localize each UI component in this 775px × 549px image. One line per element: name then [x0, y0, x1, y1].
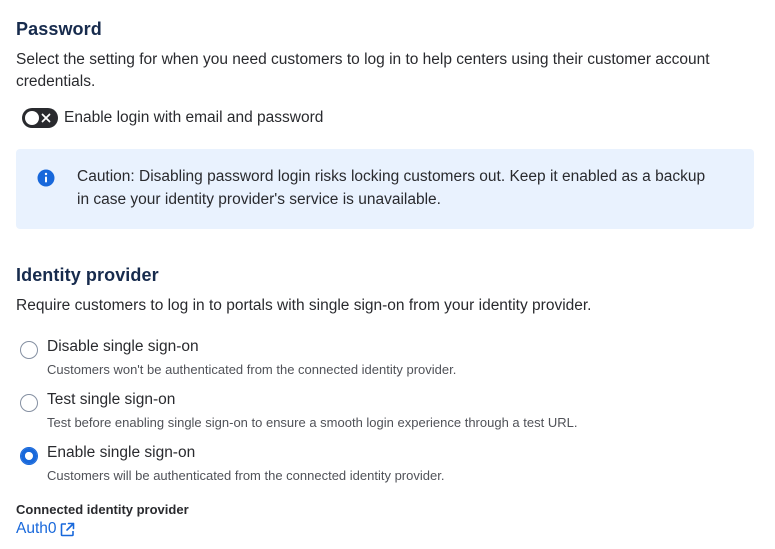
radio-button-test-sso[interactable]	[20, 394, 38, 412]
radio-option-disable-sso[interactable]: Disable single sign-on Customers won't b…	[20, 338, 720, 384]
external-link-icon	[60, 522, 74, 536]
close-icon	[41, 113, 51, 123]
identity-provider-section-title: Identity provider	[16, 265, 159, 285]
connected-provider-label: Connected identity provider	[16, 502, 189, 517]
auth0-link-text: Auth0	[16, 520, 57, 537]
caution-message: Caution: Disabling password login risks …	[16, 149, 754, 229]
password-section-title: Password	[16, 19, 102, 39]
password-login-toggle[interactable]	[22, 108, 58, 128]
info-icon	[37, 169, 55, 187]
radio-label: Disable single sign-on	[47, 338, 199, 355]
auth0-link[interactable]: Auth0	[16, 520, 76, 538]
radio-option-enable-sso[interactable]: Enable single sign-on Customers will be …	[20, 444, 720, 490]
radio-label: Enable single sign-on	[47, 444, 196, 461]
toggle-label: Enable login with email and password	[64, 109, 324, 126]
radio-button-disable-sso[interactable]	[20, 341, 38, 359]
radio-helper-text: Customers won't be authenticated from th…	[47, 362, 457, 377]
caution-text: Caution: Disabling password login risks …	[77, 168, 706, 208]
toggle-knob	[25, 111, 39, 125]
identity-provider-description: Require customers to log in to portals w…	[16, 297, 592, 314]
radio-helper-text: Test before enabling single sign-on to e…	[47, 415, 578, 430]
radio-option-test-sso[interactable]: Test single sign-on Test before enabling…	[20, 391, 720, 437]
radio-button-enable-sso[interactable]	[20, 447, 38, 465]
radio-helper-text: Customers will be authenticated from the…	[47, 468, 445, 483]
radio-label: Test single sign-on	[47, 391, 176, 408]
password-login-toggle-row: Enable login with email and password	[22, 107, 323, 129]
password-description: Select the setting for when you need cus…	[16, 51, 710, 90]
